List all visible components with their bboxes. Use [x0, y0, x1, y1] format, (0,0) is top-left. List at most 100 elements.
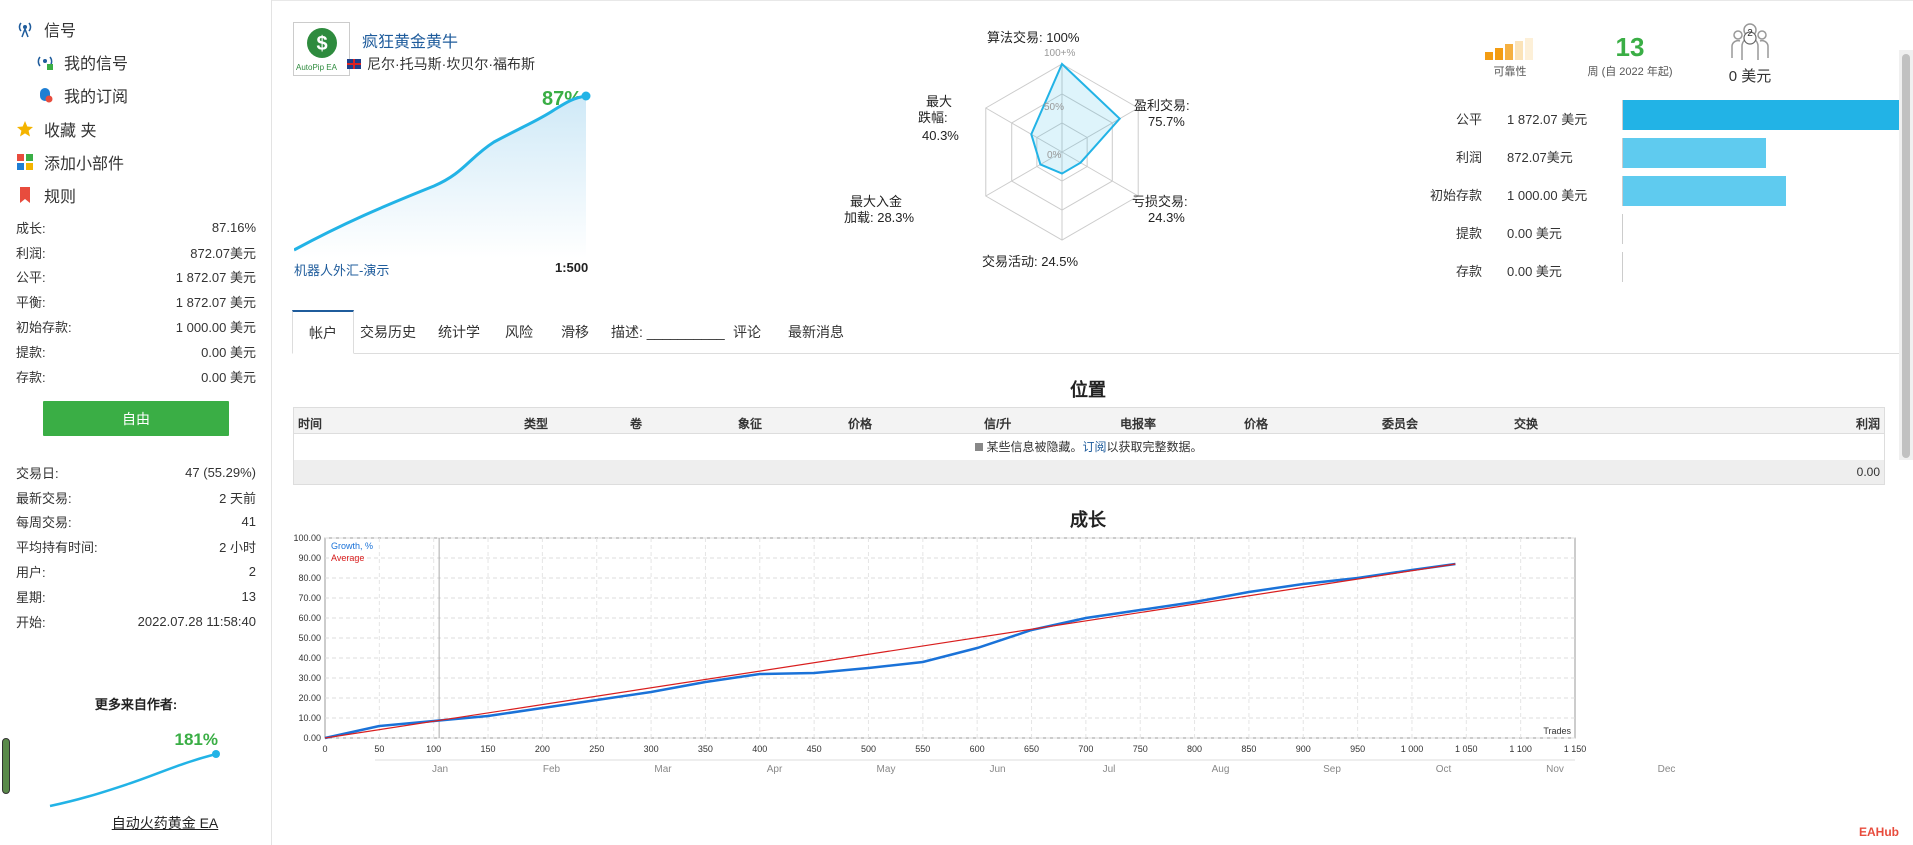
edge-handle[interactable]	[2, 738, 10, 794]
nav-my-subscriptions[interactable]: 我的订阅	[34, 83, 128, 107]
positions-column-header[interactable]: 委员会	[1382, 415, 1418, 432]
stat-row: 存款: 0.00 美元	[16, 364, 256, 389]
growth-preview: 87%	[294, 88, 594, 258]
nav-favorites[interactable]: 收藏 夹	[14, 117, 96, 141]
nav-add-widget-label: 添加小部件	[44, 156, 125, 173]
stat-row: 平衡: 1 872.07 美元	[16, 289, 256, 314]
x-tick-label: 200	[535, 744, 550, 754]
radar-ring-0: 0%	[1047, 150, 1062, 161]
positions-column-header[interactable]: 交换	[1514, 415, 1538, 432]
y-tick-label: 90.00	[298, 553, 321, 563]
subscribe-link[interactable]: 订阅	[1082, 440, 1106, 454]
stat-value: 0.00 美元	[201, 369, 256, 385]
logo-text: AutoPip EA	[296, 63, 337, 72]
radar-value-loss: 24.3%	[1148, 210, 1185, 225]
balance-bar-track	[1622, 100, 1913, 130]
positions-column-header[interactable]: 时间	[298, 415, 322, 432]
x-tick-label: 250	[589, 744, 604, 754]
stat-value: 1 872.07 美元	[175, 270, 256, 286]
balance-bar-label: 提款	[1455, 226, 1482, 241]
positions-column-header[interactable]: 电报率	[1120, 415, 1156, 432]
month-label: Mar	[654, 764, 672, 775]
lock-icon	[975, 443, 984, 451]
x-tick-label: 750	[1133, 744, 1148, 754]
growth-chart: 0.00 10.00 20.00 30.00 40.00 50.00 60.00 70.00 8…	[292, 526, 1892, 845]
positions-column-header[interactable]: 类型	[524, 415, 548, 432]
x-tick-label: 300	[644, 744, 659, 754]
positions-column-header[interactable]: 信/升	[984, 415, 1011, 432]
positions-column-header[interactable]: 利润	[1856, 415, 1880, 432]
radar-value-drawdown: 40.3%	[922, 128, 959, 143]
stat-row: 星期: 13	[16, 584, 256, 609]
main-content: $ AutoPip EA 疯狂黄金黄牛 尼尔·托马斯·坎贝尔·福布斯 87% 机…	[272, 0, 1913, 845]
x-tick-label: 400	[752, 744, 767, 754]
stat-row: 利润: 872.07美元	[16, 240, 256, 265]
tab-2[interactable]: 统计学	[422, 310, 496, 354]
y-tick-label: 60.00	[298, 613, 321, 623]
x-tick-label: 0	[322, 744, 327, 754]
month-label: Dec	[1658, 764, 1676, 775]
stat-row: 最新交易: 2 天前	[16, 485, 256, 510]
weeks-value: 13	[1615, 32, 1645, 62]
x-tick-label: 650	[1024, 744, 1039, 754]
account-type[interactable]: 机器人外汇-演示	[294, 260, 389, 279]
radar-chart: 算法交易: 100% 盈利交易: 75.7% 亏损交易: 24.3% 交易活动:…	[772, 22, 1252, 282]
y-tick-label: 20.00	[298, 693, 321, 703]
scrollbar[interactable]	[1899, 50, 1913, 460]
x-tick-label: 1 100	[1509, 744, 1532, 754]
month-label: Jan	[432, 764, 448, 775]
eahub-watermark: EAHub	[1859, 825, 1899, 839]
x-tick-label: 500	[861, 744, 876, 754]
radar-ring-100: 100+%	[1044, 48, 1076, 59]
product-name[interactable]: 疯狂黄金黄牛	[362, 28, 458, 52]
x-tick-label: 150	[481, 744, 496, 754]
tab-7[interactable]: 最新消息	[772, 310, 860, 354]
stat-key: 利润:	[16, 245, 46, 261]
positions-column-header[interactable]: 卷	[630, 415, 642, 432]
nav-signals-label: 信号	[44, 23, 77, 40]
tab-1[interactable]: 交易历史	[344, 310, 432, 354]
radar-value-profit: 75.7%	[1148, 114, 1185, 129]
stat-value: 87.16%	[211, 219, 256, 235]
scrollbar-thumb[interactable]	[1902, 54, 1910, 458]
nav-my-signals[interactable]: 我的信号	[34, 50, 128, 74]
nav-rules[interactable]: 规则	[14, 183, 76, 207]
stat-key: 用户:	[16, 565, 46, 581]
author-row: 尼尔·托马斯·坎贝尔·福布斯	[347, 54, 535, 74]
tab-6[interactable]: 评论	[717, 310, 777, 354]
radar-label-deposit: 最大入金	[850, 194, 903, 209]
tab-3[interactable]: 风险	[489, 310, 549, 354]
stat-key: 平均持有时间:	[16, 540, 98, 556]
y-tick-label: 40.00	[298, 653, 321, 663]
month-label: Jun	[989, 764, 1005, 775]
stat-row: 用户: 2	[16, 559, 256, 584]
stat-value: 1 872.07 美元	[175, 295, 256, 311]
x-tick-label: 550	[915, 744, 930, 754]
author-signal-card[interactable]: 181%	[48, 728, 224, 818]
balance-bar-fill	[1623, 176, 1787, 206]
product-logo: $ AutoPip EA	[293, 22, 350, 76]
legend-entry: Average	[331, 553, 364, 563]
free-button[interactable]: 自由	[43, 401, 229, 436]
weeks-block: 13 周 (自 2022 年起)	[1560, 32, 1700, 79]
positions-column-header[interactable]: 价格	[1244, 415, 1268, 432]
nav-signals[interactable]: 信号	[14, 17, 76, 41]
nav-add-widget[interactable]: 添加小部件	[14, 150, 124, 174]
positions-column-header[interactable]: 象征	[738, 415, 762, 432]
account-stats: 成长: 87.16% 利润: 872.07美元 公平: 1 872.07 美元 平衡: 1 8…	[16, 215, 256, 389]
widget-icon	[14, 153, 36, 171]
radar-value-polygon	[1030, 62, 1122, 175]
y-tick-label: 10.00	[298, 713, 321, 723]
stat-key: 每周交易:	[16, 515, 72, 531]
x-tick-label: 1 000	[1401, 744, 1424, 754]
x-tick-label: 1 150	[1564, 744, 1587, 754]
month-label: Aug	[1212, 764, 1230, 775]
positions-column-header[interactable]: 价格	[848, 415, 872, 432]
sidebar: 信号 我的信号 我的订阅 收藏 夹 添加小部件 规则 成长: 87.16% 利润: 8…	[0, 0, 272, 845]
y-tick-label: 0.00	[303, 733, 321, 743]
stat-key: 交易日:	[16, 465, 59, 481]
nav-my-signals-label: 我的信号	[64, 56, 129, 73]
author-name[interactable]: 尼尔·托马斯·坎贝尔·福布斯	[367, 54, 535, 74]
more-from-author-title: 更多来自作者:	[94, 697, 178, 712]
balance-bar-track	[1622, 138, 1913, 168]
